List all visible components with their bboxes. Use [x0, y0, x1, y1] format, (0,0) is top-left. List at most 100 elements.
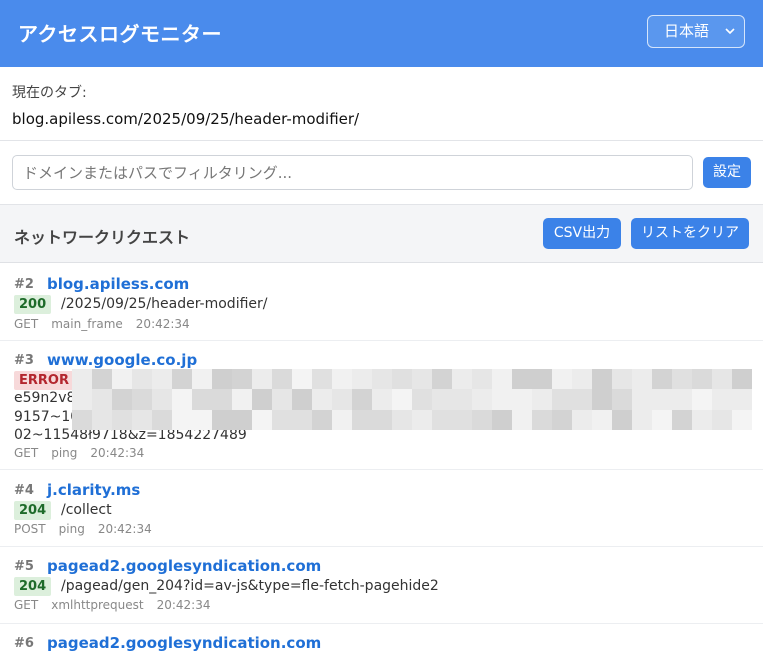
settings-button[interactable]: 設定	[703, 157, 751, 188]
redaction-block	[192, 409, 212, 430]
redaction-block	[712, 409, 732, 430]
redaction-block	[552, 369, 572, 390]
redaction-block	[712, 369, 732, 390]
redaction-block	[612, 409, 632, 430]
redaction-block	[652, 389, 672, 410]
request-time: 20:42:34	[90, 446, 145, 460]
filter-input[interactable]	[12, 155, 693, 190]
redaction-block	[232, 409, 252, 430]
redaction-block	[392, 369, 412, 390]
request-number: #2	[14, 277, 34, 292]
redaction-block	[212, 409, 232, 430]
redaction-block	[372, 409, 392, 430]
redaction-block	[352, 409, 372, 430]
redaction-block	[72, 369, 92, 390]
request-meta: GET xmlhttprequest 20:42:34	[14, 598, 224, 612]
redaction-block	[592, 369, 612, 390]
request-time: 20:42:34	[156, 598, 211, 612]
status-badge: 200	[14, 295, 52, 314]
redaction-block	[212, 369, 232, 390]
app-title: アクセスログモニター	[18, 22, 222, 46]
request-host-link[interactable]: pagead2.googlesyndication.com	[47, 557, 321, 575]
redaction-block	[392, 389, 412, 410]
redaction-block	[432, 409, 452, 430]
request-type: ping	[58, 522, 85, 536]
request-method: GET	[14, 446, 39, 460]
request-item[interactable]: #5 pagead2.googlesyndication.com 204 /pa…	[0, 547, 763, 624]
status-badge: 204	[14, 577, 52, 596]
redaction-block	[592, 409, 612, 430]
redaction-block	[352, 369, 372, 390]
redaction-block	[232, 389, 252, 410]
redaction-block	[112, 409, 132, 430]
redaction-block	[552, 389, 572, 410]
request-item[interactable]: #6 pagead2.googlesyndication.com	[0, 624, 763, 654]
redaction-block	[252, 389, 272, 410]
redaction-block	[472, 369, 492, 390]
request-number: #4	[14, 483, 34, 498]
language-select[interactable]: 日本語	[647, 15, 745, 48]
request-meta: POST ping 20:42:34	[14, 522, 165, 536]
redaction-block	[732, 409, 752, 430]
clear-list-button[interactable]: リストをクリア	[631, 218, 749, 249]
redaction-block	[532, 389, 552, 410]
redaction-block	[92, 409, 112, 430]
redaction-block	[672, 389, 692, 410]
redaction-block	[512, 409, 532, 430]
redaction-block	[92, 369, 112, 390]
request-method: GET	[14, 317, 39, 331]
redaction-block	[272, 369, 292, 390]
chevron-down-icon	[725, 28, 735, 35]
redaction-block	[552, 409, 572, 430]
redaction-block	[72, 389, 92, 410]
redaction-block	[432, 369, 452, 390]
redaction-block	[692, 409, 712, 430]
redaction-block	[292, 389, 312, 410]
redaction-block	[732, 389, 752, 410]
redaction-block	[152, 369, 172, 390]
csv-export-button[interactable]: CSV出力	[543, 218, 621, 249]
request-host-link[interactable]: pagead2.googlesyndication.com	[47, 634, 321, 652]
app-header: アクセスログモニター 日本語	[0, 0, 763, 67]
redaction-block	[492, 409, 512, 430]
redacted-overlay	[72, 369, 752, 430]
redaction-block	[352, 389, 372, 410]
redaction-block	[312, 409, 332, 430]
redaction-block	[572, 389, 592, 410]
redaction-block	[632, 409, 652, 430]
redaction-block	[272, 389, 292, 410]
redaction-block	[452, 369, 472, 390]
redaction-block	[192, 369, 212, 390]
redaction-block	[452, 389, 472, 410]
request-type: xmlhttprequest	[51, 598, 144, 612]
request-number: #3	[14, 353, 34, 368]
request-time: 20:42:34	[97, 522, 152, 536]
request-host-link[interactable]: j.clarity.ms	[47, 481, 140, 499]
redaction-block	[412, 389, 432, 410]
redaction-block	[412, 409, 432, 430]
request-path: /collect	[61, 502, 112, 518]
redaction-block	[612, 369, 632, 390]
status-badge: 204	[14, 501, 52, 520]
redaction-block	[252, 369, 272, 390]
redaction-block	[672, 369, 692, 390]
request-type: ping	[51, 446, 78, 460]
redaction-block	[532, 409, 552, 430]
redaction-block	[732, 369, 752, 390]
redaction-block	[232, 369, 252, 390]
redaction-block	[172, 409, 192, 430]
redaction-block	[512, 369, 532, 390]
request-host-link[interactable]: www.google.co.jp	[47, 351, 197, 369]
redaction-block	[692, 389, 712, 410]
redaction-block	[272, 409, 292, 430]
redaction-block	[312, 389, 332, 410]
request-item[interactable]: #4 j.clarity.ms 204 /collect POST ping 20:…	[0, 470, 763, 547]
request-host-link[interactable]: blog.apiless.com	[47, 275, 189, 293]
request-list[interactable]: #2 blog.apiless.com 200 /2025/09/25/head…	[0, 263, 763, 654]
redaction-block	[432, 389, 452, 410]
redaction-block	[332, 389, 352, 410]
redaction-block	[632, 369, 652, 390]
redaction-block	[652, 369, 672, 390]
request-item[interactable]: #2 blog.apiless.com 200 /2025/09/25/head…	[0, 263, 763, 341]
redaction-block	[392, 409, 412, 430]
